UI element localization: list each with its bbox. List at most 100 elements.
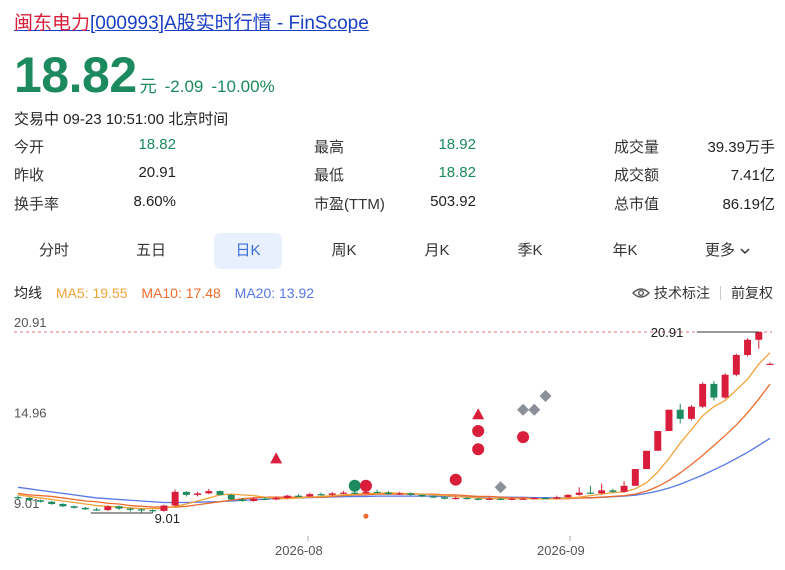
tab-intraday[interactable]: 分时	[20, 233, 88, 269]
triangle-marker	[472, 408, 485, 420]
ma20-value: MA20: 13.92	[234, 285, 315, 301]
ma5-value: MA5: 19.55	[55, 285, 128, 301]
candle	[710, 380, 718, 401]
candle	[732, 353, 740, 377]
candle	[70, 505, 78, 509]
pe-label: 市盈(TTM)	[314, 196, 385, 213]
candle	[620, 481, 628, 493]
max-price-label: 20.91	[651, 325, 684, 340]
volume-label: 成交量	[614, 139, 660, 156]
candle	[295, 494, 303, 498]
candle	[227, 494, 235, 501]
tab-more[interactable]: 更多	[688, 233, 768, 269]
divider	[720, 286, 721, 300]
price-change: -2.09	[164, 77, 204, 96]
candle	[631, 469, 639, 486]
ma-legend-label: 均线	[14, 285, 42, 301]
x-tick-aug: 2026-08	[275, 543, 323, 558]
candle	[373, 489, 381, 494]
amount-value: 7.41亿	[730, 167, 775, 184]
candle	[81, 507, 89, 511]
candle	[59, 503, 67, 508]
chart-controls: 技术标注 前复权	[632, 283, 773, 303]
diamond-marker	[539, 390, 552, 403]
candle	[755, 332, 763, 349]
tab-monthly-k[interactable]: 月K	[403, 233, 471, 269]
chevron-down-icon	[740, 248, 750, 255]
candle	[586, 485, 594, 495]
dot-marker	[359, 479, 372, 492]
dot-marker	[517, 431, 530, 444]
mktcap-value: 86.19亿	[722, 196, 775, 213]
eye-icon	[632, 288, 650, 298]
diamond-marker	[517, 403, 530, 416]
candle	[665, 409, 673, 432]
prev-close-label: 昨收	[14, 167, 45, 184]
tab-five-day[interactable]: 五日	[117, 233, 185, 269]
tab-daily-k[interactable]: 日K	[214, 233, 282, 269]
ma-legend: 均线 MA5: 19.55 MA10: 17.48 MA20: 13.92	[14, 283, 324, 303]
indicator-label: 技术标注	[654, 285, 710, 301]
candle	[104, 505, 112, 511]
small-dot-marker	[363, 513, 369, 519]
pe-value: 503.92	[430, 193, 476, 210]
high-label: 最高	[314, 139, 345, 156]
candle	[699, 382, 707, 409]
dot-marker	[472, 443, 485, 456]
dot-marker	[449, 473, 462, 486]
current-price: 18.82	[14, 47, 137, 103]
stock-name: 闽东电力	[14, 13, 91, 34]
min-price-label: 9.01	[155, 511, 180, 526]
mktcap-label: 总市值	[614, 196, 660, 213]
trading-status: 交易中 09-23 10:51:00 北京时间	[14, 111, 229, 128]
candle	[766, 362, 774, 365]
candle	[654, 431, 662, 451]
candle	[643, 450, 651, 470]
candle	[721, 373, 729, 400]
y-tick-top: 20.91	[14, 315, 47, 330]
turnover-value: 8.60%	[133, 193, 176, 210]
candle	[182, 491, 190, 497]
candle	[676, 403, 684, 424]
tab-yearly-k[interactable]: 年K	[591, 233, 659, 269]
dot-marker	[348, 479, 361, 492]
candle	[744, 338, 752, 357]
low-value: 18.82	[438, 164, 476, 181]
candle	[48, 500, 56, 505]
candle	[575, 487, 583, 496]
indicator-toggle[interactable]: 技术标注	[632, 283, 710, 303]
price-row: 18.82 元 -2.09 -10.00%	[14, 46, 275, 104]
page-title-link[interactable]: 闽东电力[000993]A股实时行情 - FinScope	[14, 8, 369, 35]
high-value: 18.92	[438, 136, 476, 153]
tab-quarterly-k[interactable]: 季K	[496, 233, 564, 269]
ma10-value: MA10: 17.48	[141, 285, 221, 301]
candle	[194, 491, 202, 497]
dot-marker	[472, 425, 485, 438]
candle	[171, 489, 179, 507]
candle	[687, 405, 695, 421]
price-unit: 元	[139, 77, 157, 96]
period-tabs: 分时 五日 日K 周K 月K 季K 年K 更多	[0, 233, 785, 271]
diamond-marker	[494, 481, 507, 494]
low-label: 最低	[314, 167, 345, 184]
open-label: 今开	[14, 139, 45, 156]
candle	[93, 507, 101, 511]
candle	[317, 492, 325, 496]
price-change-pct: -10.00%	[211, 77, 275, 96]
kline-chart[interactable]: 20.91 14.96 9.01 2026-08 2026-09 20.91 9…	[0, 308, 785, 570]
volume-value: 39.39万手	[707, 139, 775, 156]
candle	[115, 505, 123, 511]
prev-close-value: 20.91	[138, 164, 176, 181]
ma-lines	[17, 352, 771, 510]
triangle-marker	[270, 452, 283, 464]
diamond-marker	[528, 403, 541, 416]
x-tick-sep: 2026-09	[537, 543, 585, 558]
y-tick-mid: 14.96	[14, 406, 47, 421]
ma5-line	[17, 352, 771, 510]
turnover-label: 换手率	[14, 196, 60, 213]
candle	[598, 483, 606, 495]
candle	[340, 491, 347, 495]
adjust-toggle[interactable]: 前复权	[731, 283, 773, 303]
tab-weekly-k[interactable]: 周K	[310, 233, 378, 269]
open-value: 18.82	[138, 136, 176, 153]
